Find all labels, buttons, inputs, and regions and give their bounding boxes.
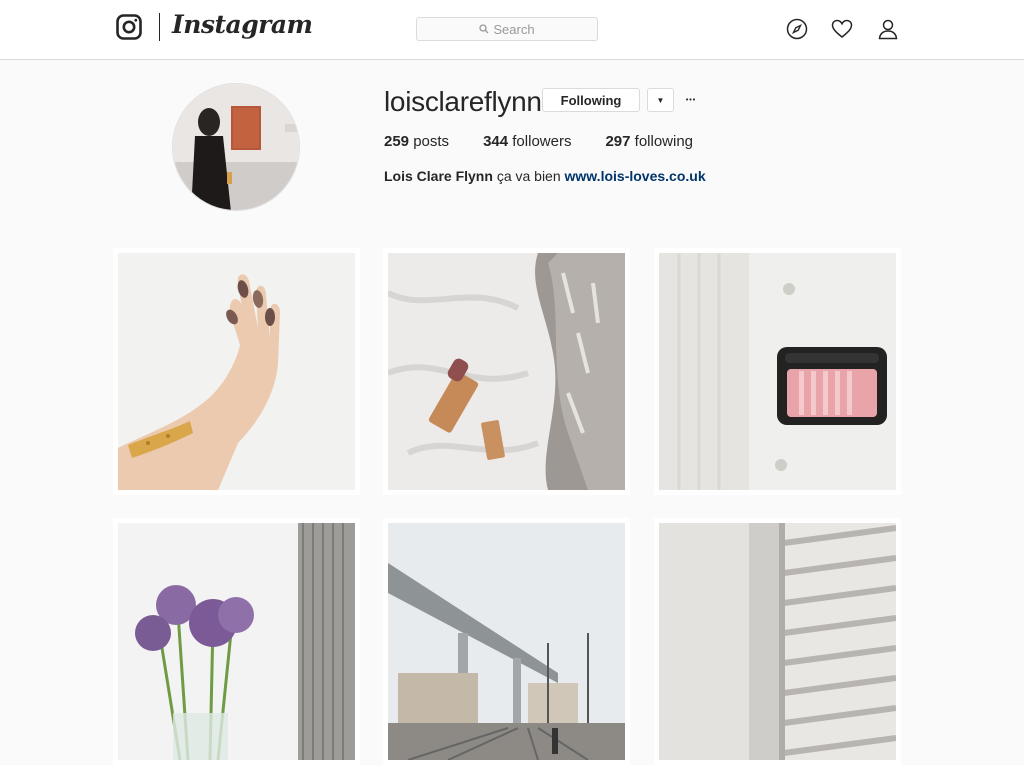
- post-image-flowers: [118, 523, 355, 760]
- post-thumbnail[interactable]: [113, 518, 360, 765]
- following-button[interactable]: Following: [542, 88, 640, 112]
- profile-bio: Lois Clare Flynn ça va bien www.lois-lov…: [384, 168, 706, 184]
- post-thumbnail[interactable]: [383, 248, 630, 495]
- logo-divider: [159, 13, 160, 41]
- stat-following[interactable]: 297 following: [605, 133, 693, 150]
- heart-icon[interactable]: [831, 18, 853, 40]
- profile-stats: 259 posts 344 followers 297 following: [384, 133, 727, 150]
- post-image-lipstick: [388, 253, 625, 490]
- compass-icon[interactable]: [786, 18, 808, 40]
- stat-label: followers: [512, 133, 572, 150]
- chevron-down-icon: ▼: [656, 95, 665, 105]
- profile-username: loisclareflynn: [384, 86, 542, 117]
- post-image-blush: [659, 253, 896, 490]
- stat-followers[interactable]: 344 followers: [483, 133, 571, 150]
- stat-count: 259: [384, 133, 410, 150]
- more-options-button[interactable]: •••: [682, 88, 700, 112]
- search-input[interactable]: Search: [416, 17, 598, 41]
- ellipsis-icon: •••: [685, 96, 697, 104]
- instagram-glyph-icon[interactable]: [116, 14, 142, 40]
- bio-website-link[interactable]: www.lois-loves.co.uk: [565, 168, 706, 184]
- post-thumbnail[interactable]: [654, 248, 901, 495]
- post-thumbnail[interactable]: [654, 518, 901, 765]
- post-image-shutters: [659, 523, 896, 760]
- stat-count: 344: [483, 133, 509, 150]
- bio-text: ça va bien: [496, 168, 561, 184]
- search-icon: [479, 24, 489, 34]
- person-icon[interactable]: [877, 18, 899, 40]
- post-image-hand: [118, 253, 355, 490]
- search-placeholder: Search: [493, 21, 535, 37]
- suggestions-dropdown-button[interactable]: ▼: [647, 88, 674, 112]
- instagram-wordmark[interactable]: Instagram: [172, 10, 313, 39]
- top-navbar: Instagram Search: [0, 0, 1024, 60]
- bio-full-name: Lois Clare Flynn: [384, 168, 493, 184]
- stat-count: 297: [605, 133, 631, 150]
- profile-avatar[interactable]: [172, 83, 300, 211]
- post-thumbnail[interactable]: [113, 248, 360, 495]
- stat-label: following: [634, 133, 694, 150]
- stat-label: posts: [413, 133, 450, 150]
- post-thumbnail[interactable]: [383, 518, 630, 765]
- post-image-highway: [388, 523, 625, 760]
- stat-posts: 259 posts: [384, 133, 449, 150]
